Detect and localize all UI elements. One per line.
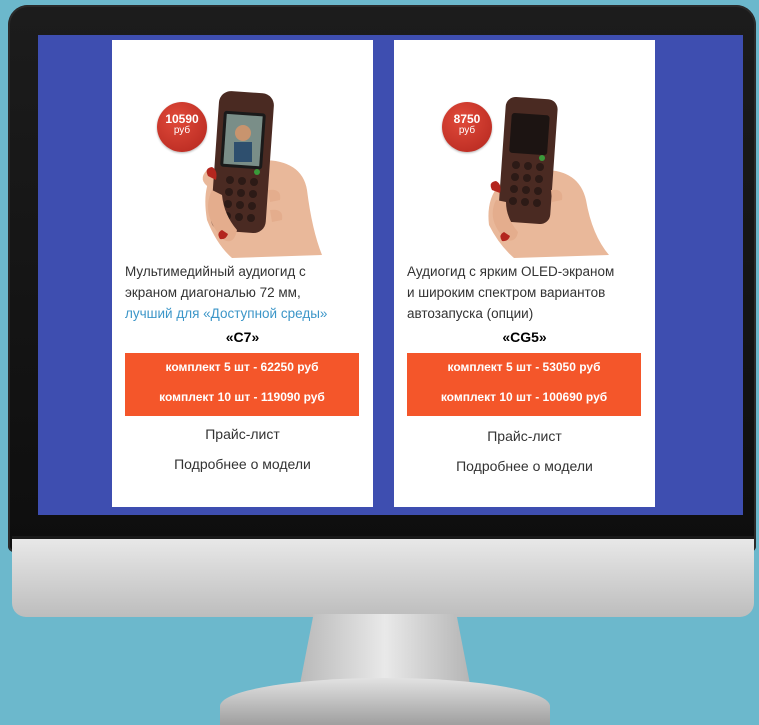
description-line: Аудиогид с ярким OLED-экраном bbox=[407, 264, 615, 279]
model-name: «C7» bbox=[225, 329, 260, 345]
accessible-environment-link[interactable]: лучший для «Доступной среды» bbox=[125, 303, 365, 324]
monitor-stand-base bbox=[220, 678, 550, 725]
product-description: Аудиогид с ярким OLED-экраном и широким … bbox=[407, 261, 647, 324]
kit-10-price[interactable]: комплект 10 шт - 100690 руб bbox=[407, 390, 641, 404]
product-image: 8750 руб bbox=[394, 40, 655, 260]
kit-price-box: комплект 5 шт - 62250 руб комплект 10 шт… bbox=[125, 353, 359, 416]
kit-5-price[interactable]: комплект 5 шт - 62250 руб bbox=[125, 360, 359, 374]
price-value: 8750 bbox=[453, 112, 481, 126]
monitor-stand-neck bbox=[300, 614, 470, 684]
product-card-c7: 10590 руб Мультимедийный аудиогид с экра… bbox=[112, 40, 373, 507]
monitor-chin bbox=[12, 536, 754, 617]
kit-10-price[interactable]: комплект 10 шт - 119090 руб bbox=[125, 390, 359, 404]
description-line: автозапуска (опции) bbox=[407, 306, 534, 321]
description-line: Мультимедийный аудиогид с bbox=[125, 264, 306, 279]
price-unit: руб bbox=[173, 125, 191, 136]
kit-price-box: комплект 5 шт - 53050 руб комплект 10 шт… bbox=[407, 353, 641, 416]
price-badge: 10590 руб bbox=[157, 102, 207, 152]
price-badge: 8750 руб bbox=[442, 102, 492, 152]
kit-5-price[interactable]: комплект 5 шт - 53050 руб bbox=[407, 360, 641, 374]
product-image: 10590 руб bbox=[112, 40, 373, 260]
hand-holding-device-image bbox=[488, 97, 609, 258]
description-line: и широким спектром вариантов bbox=[407, 285, 606, 300]
hand-holding-device-image bbox=[202, 91, 322, 258]
product-card-cg5: 8750 руб Аудиогид с ярким OLED-экраном и… bbox=[394, 40, 655, 507]
model-name: «CG5» bbox=[502, 329, 547, 345]
price-value: 10590 bbox=[165, 112, 199, 126]
price-unit: руб bbox=[458, 125, 476, 136]
price-list-link[interactable]: Прайс-лист bbox=[112, 426, 373, 442]
product-description: Мультимедийный аудиогид с экраном диагон… bbox=[125, 261, 365, 324]
description-line: экраном диагональю 72 мм, bbox=[125, 285, 301, 300]
model-details-link[interactable]: Подробнее о модели bbox=[112, 456, 373, 472]
price-list-link[interactable]: Прайс-лист bbox=[394, 428, 655, 444]
model-details-link[interactable]: Подробнее о модели bbox=[394, 458, 655, 474]
